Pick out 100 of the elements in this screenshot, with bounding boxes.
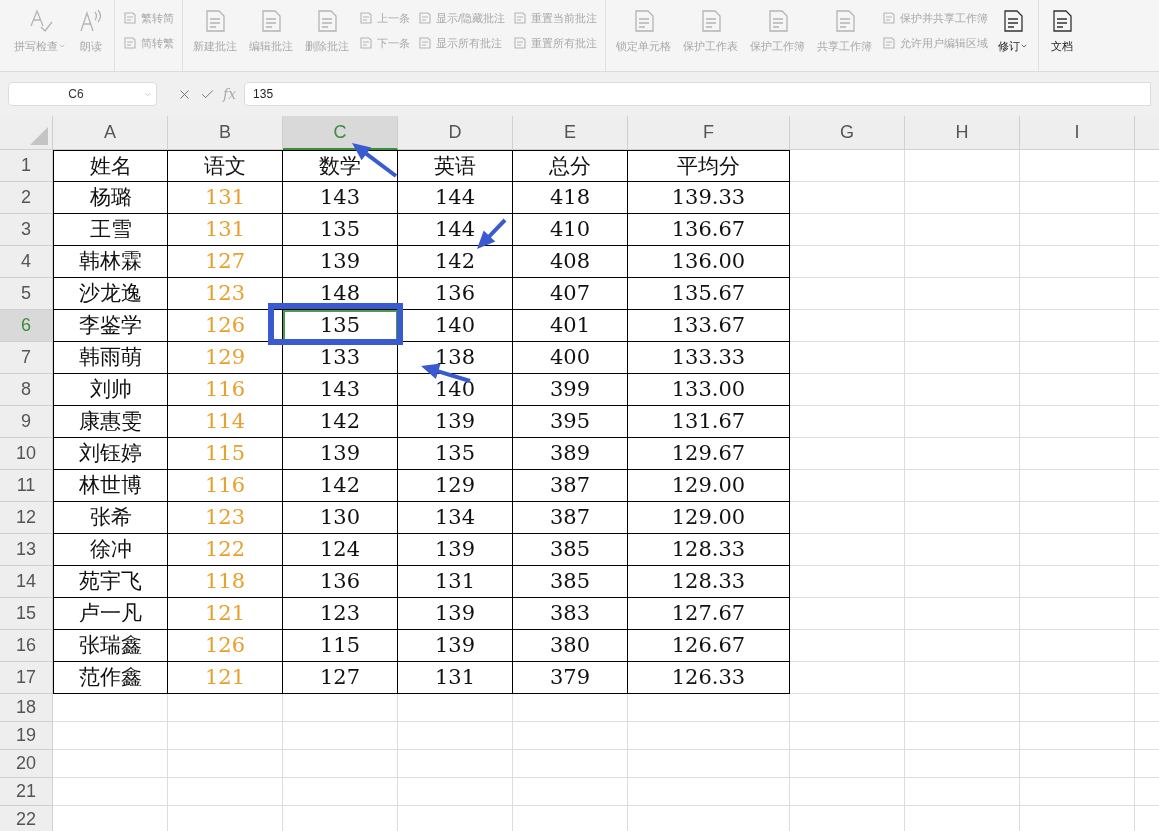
name-box[interactable]: C6 (8, 82, 157, 106)
formula-field[interactable]: 135 (244, 82, 1151, 106)
table-cell[interactable]: 142 (283, 406, 398, 438)
table-cell[interactable]: 140 (398, 374, 513, 406)
table-cell[interactable]: 123 (283, 598, 398, 630)
row-header[interactable]: 21 (0, 778, 53, 806)
table-cell[interactable]: 总分 (513, 150, 628, 182)
table-cell[interactable]: 387 (513, 470, 628, 502)
table-cell[interactable]: 129.00 (628, 502, 790, 534)
table-cell[interactable]: 136.67 (628, 214, 790, 246)
table-cell[interactable]: 康惠雯 (53, 406, 168, 438)
row-header[interactable]: 15 (0, 598, 53, 630)
table-cell[interactable]: 143 (283, 374, 398, 406)
table-cell[interactable]: 142 (398, 246, 513, 278)
ribbon-button[interactable]: 修订 (992, 0, 1035, 71)
table-cell[interactable]: 379 (513, 662, 628, 694)
row-header[interactable]: 8 (0, 374, 53, 406)
table-cell[interactable]: 135 (398, 438, 513, 470)
table-cell[interactable]: 407 (513, 278, 628, 310)
table-cell[interactable]: 131 (398, 662, 513, 694)
row-header[interactable]: 11 (0, 470, 53, 502)
table-cell[interactable]: 126.67 (628, 630, 790, 662)
table-cell[interactable]: 385 (513, 566, 628, 598)
table-cell[interactable]: 135 (283, 310, 398, 342)
table-cell[interactable]: 144 (398, 182, 513, 214)
table-cell[interactable]: 138 (398, 342, 513, 374)
table-cell[interactable]: 语文 (168, 150, 283, 182)
table-cell[interactable]: 128.33 (628, 566, 790, 598)
table-cell[interactable]: 124 (283, 534, 398, 566)
table-cell[interactable]: 韩林霖 (53, 246, 168, 278)
row-header[interactable]: 7 (0, 342, 53, 374)
column-header[interactable]: D (398, 116, 513, 150)
table-cell[interactable]: 131 (398, 566, 513, 598)
table-cell[interactable]: 范作鑫 (53, 662, 168, 694)
table-cell[interactable]: 刘钰婷 (53, 438, 168, 470)
table-cell[interactable]: 139 (398, 598, 513, 630)
table-cell[interactable]: 139 (398, 406, 513, 438)
table-cell[interactable]: 卢一凡 (53, 598, 168, 630)
table-cell[interactable]: 129.00 (628, 470, 790, 502)
table-cell[interactable]: 408 (513, 246, 628, 278)
row-header[interactable]: 22 (0, 806, 53, 831)
table-cell[interactable]: 130 (283, 502, 398, 534)
table-cell[interactable]: 张瑞鑫 (53, 630, 168, 662)
table-cell[interactable]: 383 (513, 598, 628, 630)
table-cell[interactable]: 129.67 (628, 438, 790, 470)
select-all-corner[interactable] (0, 116, 53, 150)
column-header[interactable]: B (168, 116, 283, 150)
column-header[interactable]: H (905, 116, 1020, 150)
column-header[interactable]: F (628, 116, 790, 150)
table-cell[interactable]: 385 (513, 534, 628, 566)
table-cell[interactable]: 129 (398, 470, 513, 502)
table-cell[interactable]: 139 (283, 438, 398, 470)
table-cell[interactable]: 刘帅 (53, 374, 168, 406)
column-header[interactable]: I (1020, 116, 1135, 150)
column-header[interactable] (1135, 116, 1159, 150)
column-header[interactable]: E (513, 116, 628, 150)
table-cell[interactable]: 136 (283, 566, 398, 598)
column-header[interactable]: A (53, 116, 168, 150)
table-cell[interactable]: 139.33 (628, 182, 790, 214)
row-header[interactable]: 13 (0, 534, 53, 566)
table-cell[interactable]: 徐冲 (53, 534, 168, 566)
table-cell[interactable]: 418 (513, 182, 628, 214)
table-cell[interactable]: 389 (513, 438, 628, 470)
row-header[interactable]: 10 (0, 438, 53, 470)
table-cell[interactable]: 128.33 (628, 534, 790, 566)
column-header[interactable]: G (790, 116, 905, 150)
table-cell[interactable]: 数学 (283, 150, 398, 182)
table-cell[interactable]: 苑宇飞 (53, 566, 168, 598)
table-cell[interactable]: 131.67 (628, 406, 790, 438)
table-cell[interactable]: 126.33 (628, 662, 790, 694)
table-cell[interactable]: 410 (513, 214, 628, 246)
table-cell[interactable]: 136.00 (628, 246, 790, 278)
row-header[interactable]: 5 (0, 278, 53, 310)
table-cell[interactable]: 387 (513, 502, 628, 534)
table-cell[interactable]: 平均分 (628, 150, 790, 182)
table-cell[interactable]: 395 (513, 406, 628, 438)
row-header[interactable]: 18 (0, 694, 53, 722)
table-cell[interactable]: 韩雨萌 (53, 342, 168, 374)
row-header[interactable]: 14 (0, 566, 53, 598)
row-header[interactable]: 4 (0, 246, 53, 278)
table-cell[interactable]: 133.00 (628, 374, 790, 406)
table-cell[interactable]: 139 (283, 246, 398, 278)
table-cell[interactable]: 127 (283, 662, 398, 694)
table-cell[interactable]: 143 (283, 182, 398, 214)
table-cell[interactable]: 380 (513, 630, 628, 662)
table-cell[interactable]: 135.67 (628, 278, 790, 310)
row-header[interactable]: 20 (0, 750, 53, 778)
table-cell[interactable]: 142 (283, 470, 398, 502)
row-header[interactable]: 1 (0, 150, 53, 182)
table-cell[interactable]: 134 (398, 502, 513, 534)
table-cell[interactable]: 英语 (398, 150, 513, 182)
table-cell[interactable]: 139 (398, 630, 513, 662)
row-header[interactable]: 2 (0, 182, 53, 214)
table-cell[interactable]: 133.33 (628, 342, 790, 374)
row-header[interactable]: 12 (0, 502, 53, 534)
table-cell[interactable]: 401 (513, 310, 628, 342)
table-cell[interactable]: 王雪 (53, 214, 168, 246)
row-header[interactable]: 17 (0, 662, 53, 694)
table-cell[interactable]: 林世博 (53, 470, 168, 502)
table-cell[interactable]: 姓名 (53, 150, 168, 182)
